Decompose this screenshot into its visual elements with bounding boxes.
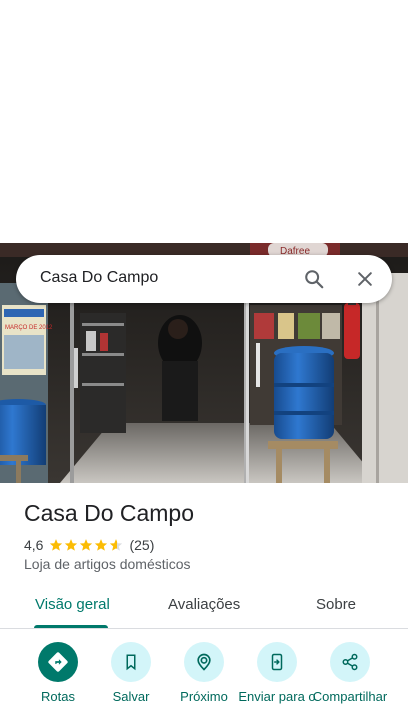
nearby-button[interactable]: Próximo [162, 642, 246, 704]
nearby-icon [197, 653, 211, 671]
send-to-phone-icon [271, 653, 283, 671]
nearby-label: Próximo [180, 689, 228, 704]
star-icon [65, 539, 78, 551]
poster-text: MARÇO DE 2012 [5, 325, 53, 331]
tab-bar: Visão geral Avaliações Sobre [0, 584, 408, 629]
directions-label: Rotas [41, 689, 75, 704]
star-icon [80, 539, 93, 551]
rating-value: 4,6 [24, 537, 44, 553]
search-bar[interactable]: Casa Do Campo [16, 255, 392, 303]
share-label: Compartilhar [312, 689, 388, 704]
half-star-icon [110, 539, 123, 551]
send-to-phone-button[interactable]: Enviar para o [235, 642, 319, 704]
tab-reviews[interactable]: Avaliações [168, 596, 240, 613]
bookmark-icon [126, 654, 136, 671]
close-icon [358, 272, 372, 286]
map-blank-area [0, 0, 408, 243]
search-input[interactable]: Casa Do Campo [40, 269, 158, 287]
place-title: Casa Do Campo [24, 500, 195, 526]
star-icon [50, 539, 63, 551]
share-icon [342, 653, 358, 671]
star-icon [95, 539, 108, 551]
directions-button[interactable]: Rotas [16, 642, 100, 704]
rating-stars [49, 538, 124, 552]
active-tab-indicator [34, 625, 108, 628]
place-category: Loja de artigos domésticos [24, 556, 191, 572]
send-to-phone-label: Enviar para o [238, 689, 316, 704]
search-button[interactable] [298, 263, 330, 295]
close-button[interactable] [349, 263, 381, 295]
review-count: (25) [129, 537, 155, 553]
share-button[interactable]: Compartilhar [308, 642, 392, 704]
action-bar: Rotas Salvar Próximo Enviar para o Compa… [0, 640, 408, 726]
search-icon [305, 270, 324, 289]
rating-row[interactable]: 4,6 (25) [24, 536, 154, 554]
save-button[interactable]: Salvar [89, 642, 173, 704]
tab-overview[interactable]: Visão geral [35, 596, 110, 613]
tab-about[interactable]: Sobre [316, 596, 356, 613]
save-label: Salvar [112, 689, 150, 704]
directions-icon [48, 652, 68, 672]
